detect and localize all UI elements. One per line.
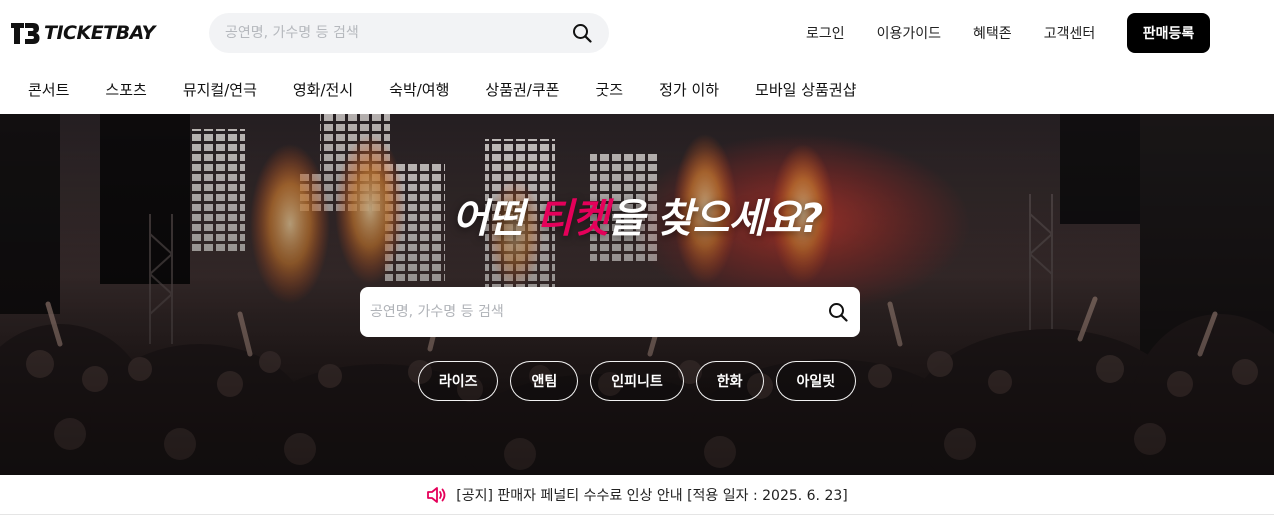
- category-nav: 콘서트 스포츠 뮤지컬/연극 영화/전시 숙박/여행 상품권/쿠폰 굿즈 정가 …: [0, 64, 1274, 114]
- category-gift-coupon[interactable]: 상품권/쿠폰: [467, 79, 577, 100]
- keyword-chip[interactable]: 아일릿: [775, 361, 857, 401]
- logo-wordmark: TICKETBAY: [44, 22, 155, 44]
- keyword-chip[interactable]: 라이즈: [417, 361, 499, 401]
- keyword-chip[interactable]: 앤팀: [510, 361, 579, 401]
- hero-title-accent: 티켓: [536, 196, 609, 242]
- search-icon[interactable]: [826, 300, 850, 324]
- popular-keywords: 라이즈 앤팀 인피니트 한화 아일릿: [0, 361, 1274, 401]
- category-sports[interactable]: 스포츠: [87, 79, 164, 100]
- category-movie-exhibition[interactable]: 영화/전시: [275, 79, 371, 100]
- category-mobile-gift-shop[interactable]: 모바일 상품권샵: [737, 79, 874, 100]
- category-goods[interactable]: 굿즈: [577, 79, 641, 100]
- hero-title-suffix: 을 찾으세요?: [608, 196, 823, 242]
- hero-search-input[interactable]: [370, 304, 826, 320]
- search-icon[interactable]: [571, 22, 593, 44]
- top-header: TICKETBAY 로그인 이용가이드 혜택존 고객센터 판매등록: [0, 0, 1274, 64]
- customer-center-link[interactable]: 고객센터: [1044, 23, 1096, 43]
- logo-mark-icon: [10, 20, 40, 46]
- keyword-chip[interactable]: 한화: [695, 361, 764, 401]
- category-below-face-value[interactable]: 정가 이하: [641, 79, 737, 100]
- login-link[interactable]: 로그인: [806, 23, 845, 43]
- hero-title: 어떤 티켓을 찾으세요?: [0, 186, 1274, 244]
- register-sale-button[interactable]: 판매등록: [1127, 13, 1210, 53]
- notice-text[interactable]: [공지] 판매자 페널티 수수료 인상 안내 [적용 일자 : 2025. 6.…: [456, 485, 848, 505]
- guide-link[interactable]: 이용가이드: [877, 23, 941, 43]
- category-stay-travel[interactable]: 숙박/여행: [371, 79, 467, 100]
- keyword-chip[interactable]: 인피니트: [590, 361, 684, 401]
- hero-banner: 어떤 티켓을 찾으세요? 라이즈 앤팀 인피니트 한화 아일릿: [0, 114, 1274, 475]
- header-search-bar: [209, 13, 609, 53]
- header-links: 로그인 이용가이드 혜택존 고객센터: [790, 13, 1111, 53]
- hero-title-prefix: 어떤: [451, 196, 537, 242]
- speaker-icon: [426, 485, 448, 505]
- header-search-input[interactable]: [225, 25, 571, 41]
- benefit-zone-link[interactable]: 혜택존: [973, 23, 1012, 43]
- category-musical-theater[interactable]: 뮤지컬/연극: [165, 79, 275, 100]
- category-concert[interactable]: 콘서트: [10, 79, 87, 100]
- notice-bar: [공지] 판매자 페널티 수수료 인상 안내 [적용 일자 : 2025. 6.…: [0, 475, 1274, 515]
- hero-search-bar: [360, 287, 860, 337]
- ticketbay-logo[interactable]: TICKETBAY: [10, 19, 155, 47]
